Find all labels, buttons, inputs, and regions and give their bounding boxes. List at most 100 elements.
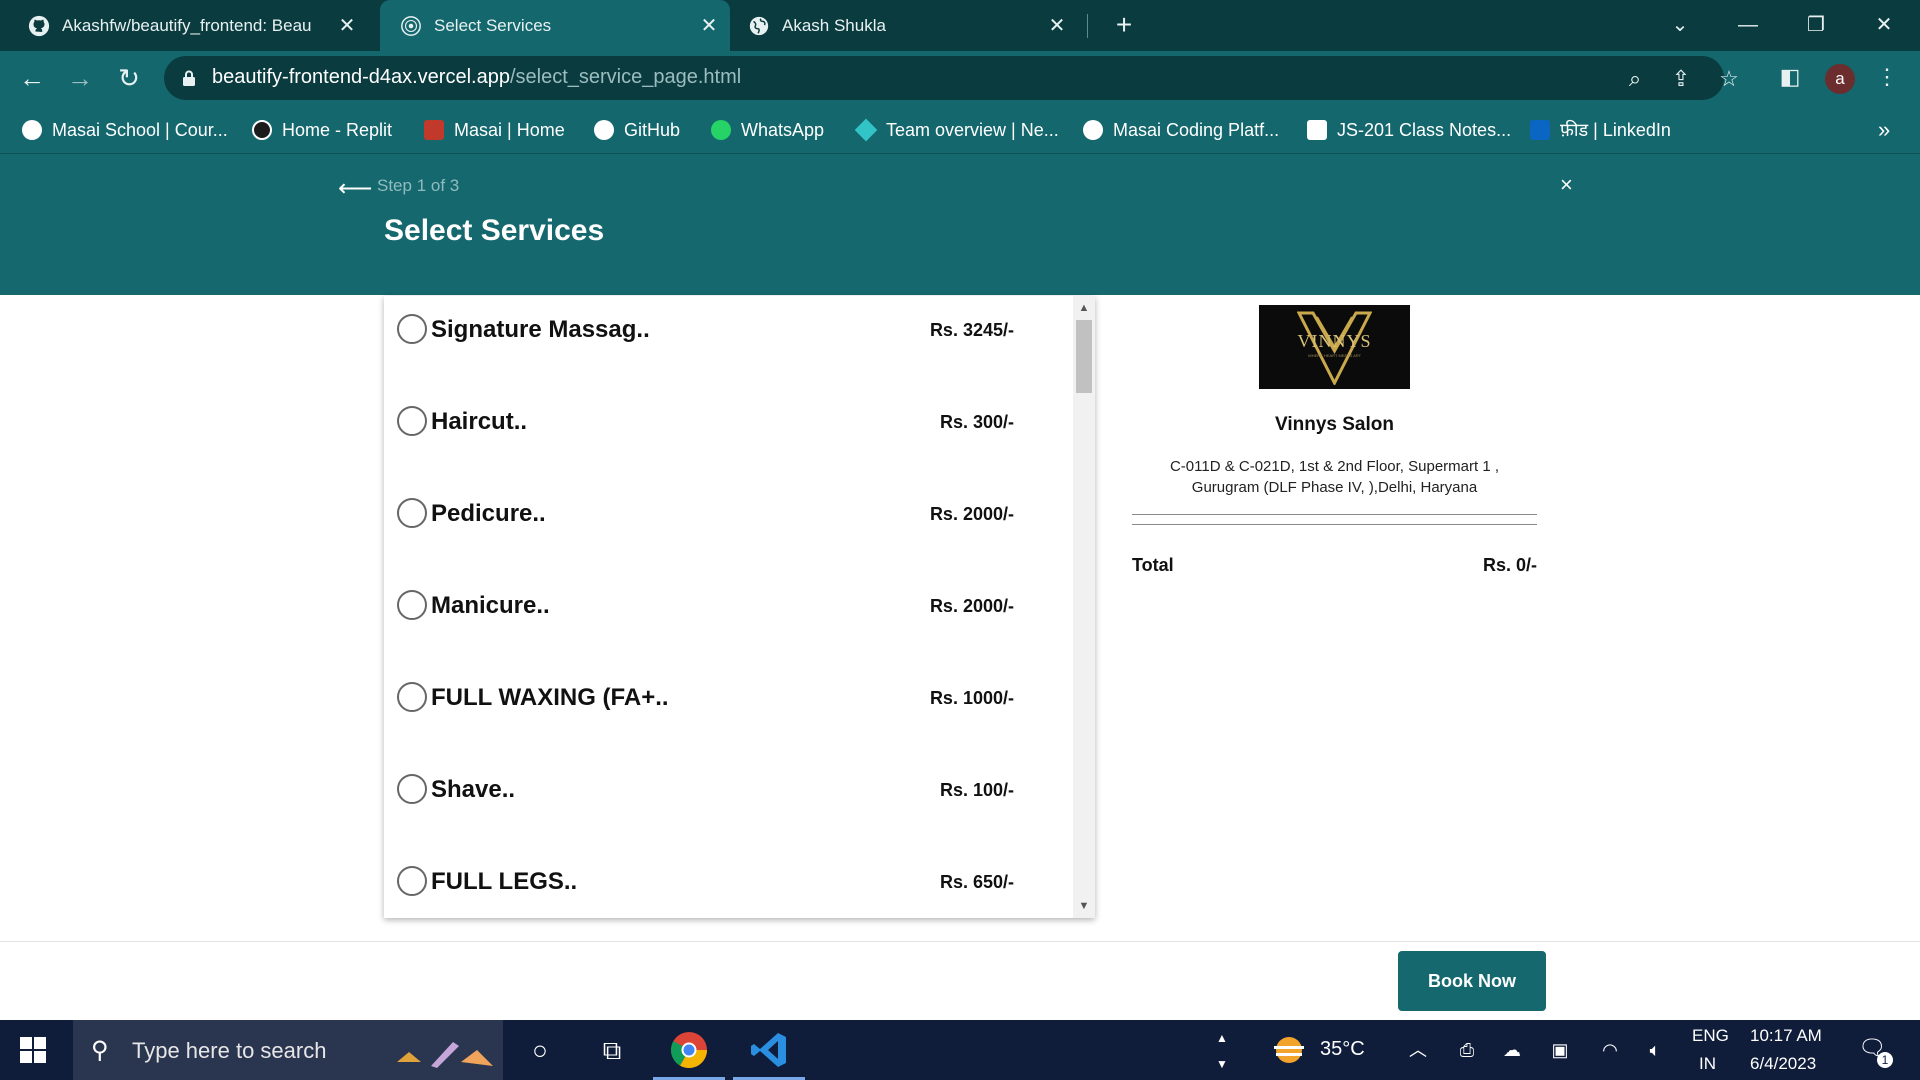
bookmark-replit[interactable]: Home - Replit (252, 116, 392, 144)
meet-now-icon[interactable]: ⎙ (1455, 1038, 1479, 1062)
masai-m-icon (1083, 120, 1103, 140)
service-row[interactable]: Manicure.. Rs. 2000/- (384, 572, 1074, 664)
bookmark-masai-coding[interactable]: Masai Coding Platf... (1083, 116, 1279, 144)
scrollbar[interactable]: ▲ ▼ (1073, 296, 1095, 918)
vercel-globe-icon (401, 15, 421, 36)
zoom-icon[interactable]: ⌕ (1622, 66, 1648, 92)
browser-toolbar: ← → ↻ beautify-frontend-d4ax.vercel.app/… (0, 51, 1920, 105)
reload-icon[interactable]: ↻ (111, 60, 147, 96)
service-radio[interactable] (397, 590, 427, 620)
clock-date[interactable]: 6/4/2023 (1750, 1054, 1816, 1074)
total-label: Total (1132, 555, 1174, 575)
service-row[interactable]: Shave.. Rs. 100/- (384, 756, 1074, 848)
tab-close-icon[interactable]: ✕ (696, 13, 722, 38)
services-list[interactable]: Signature Massag.. Rs. 3245/- Haircut.. … (384, 296, 1095, 918)
whatsapp-icon (711, 120, 731, 140)
wifi-icon[interactable]: ◠ (1598, 1038, 1622, 1062)
tab-title: Akash Shukla (782, 15, 886, 35)
close-icon[interactable]: × (1560, 172, 1573, 198)
show-hidden-icons-chevron[interactable]: ︿ (1406, 1038, 1430, 1062)
scroll-down-arrow-icon[interactable]: ▼ (1073, 896, 1095, 916)
profile-avatar[interactable]: a (1825, 64, 1855, 94)
tab-select-services[interactable]: Select Services ✕ (380, 0, 730, 51)
service-row[interactable]: Pedicure.. Rs. 2000/- (384, 480, 1074, 572)
menu-kebab-icon[interactable]: ⋮ (1874, 64, 1900, 90)
volume-icon[interactable]: 🔈︎ (1643, 1038, 1667, 1062)
replit-icon (252, 120, 272, 140)
taskbar-scroll-up-icon[interactable]: ▲ (1210, 1026, 1234, 1050)
taskbar-vscode[interactable] (733, 1020, 805, 1080)
page-title: Select Services (384, 214, 605, 247)
salon-name: Vinnys Salon (1275, 414, 1394, 435)
onedrive-cloud-icon[interactable]: ☁ (1500, 1038, 1524, 1062)
back-arrow-icon[interactable]: ← (14, 60, 50, 96)
url-text: beautify-frontend-d4ax.vercel.app/select… (212, 66, 741, 89)
bookmark-masai-school[interactable]: Masai School | Cour... (22, 116, 228, 144)
service-radio[interactable] (397, 406, 427, 436)
url-host: beautify-frontend-d4ax.vercel.app (212, 66, 510, 88)
service-name: FULL LEGS.. (431, 868, 578, 895)
tab-close-icon[interactable]: ✕ (1044, 13, 1070, 38)
taskbar-scroll-down-icon[interactable]: ▼ (1210, 1052, 1234, 1076)
service-radio[interactable] (397, 314, 427, 344)
tab-akash-shukla[interactable]: Akash Shukla ✕ (728, 0, 1078, 51)
bookmark-whatsapp[interactable]: WhatsApp (711, 116, 824, 144)
salon-logo-tagline: WHERE HEART MEETS ART (1307, 353, 1362, 358)
restore-icon[interactable]: ❐ (1796, 8, 1836, 42)
service-radio[interactable] (397, 774, 427, 804)
bookmark-netlify-team[interactable]: Team overview | Ne... (854, 116, 1059, 144)
new-tab-plus-icon[interactable]: + (1107, 8, 1141, 42)
divider (1132, 514, 1537, 515)
display-icon[interactable]: ▣ (1548, 1038, 1572, 1062)
windows-start-icon[interactable] (20, 1037, 46, 1063)
service-radio[interactable] (397, 866, 427, 896)
bookmark-label: Home - Replit (282, 119, 393, 140)
bookmark-github[interactable]: GitHub (594, 116, 680, 144)
address-bar[interactable]: beautify-frontend-d4ax.vercel.app/select… (164, 56, 1739, 100)
service-name: Pedicure.. (431, 500, 546, 527)
service-row[interactable]: Signature Massag.. Rs. 3245/- (384, 296, 1074, 388)
service-radio[interactable] (397, 682, 427, 712)
taskbar-search-box[interactable]: ⚲ Type here to search (73, 1020, 503, 1080)
taskbar-chrome[interactable] (653, 1020, 725, 1080)
task-view-icon[interactable]: ⧉ (592, 1030, 632, 1070)
bookmarks-overflow-chevron[interactable]: » (1878, 116, 1890, 144)
scroll-up-arrow-icon[interactable]: ▲ (1073, 298, 1095, 318)
salon-address-line: Gurugram (DLF Phase IV, ),Delhi, Haryana (1191, 479, 1478, 496)
tab-search-chevron-icon[interactable]: ⌄ (1660, 8, 1700, 42)
weather-temperature[interactable]: 35°C (1320, 1038, 1365, 1061)
minimize-icon[interactable]: — (1728, 8, 1768, 42)
scroll-thumb[interactable] (1076, 320, 1092, 393)
forward-arrow-icon[interactable]: → (62, 60, 98, 96)
side-panel-icon[interactable]: ◧ (1777, 64, 1803, 90)
service-row[interactable]: Haircut.. Rs. 300/- (384, 388, 1074, 480)
clock-time[interactable]: 10:17 AM (1750, 1026, 1822, 1046)
notion-icon (1307, 120, 1327, 140)
tab-close-icon[interactable]: ✕ (334, 13, 360, 38)
search-placeholder: Type here to search (132, 1038, 327, 1063)
search-highlight-art-icon (397, 1042, 493, 1068)
tab-github-repo[interactable]: Akashfw/beautify_frontend: Beau ✕ (8, 0, 368, 51)
bookmark-label: JS-201 Class Notes... (1337, 119, 1512, 140)
service-row[interactable]: FULL LEGS.. Rs. 650/- (384, 848, 1074, 918)
back-arrow-icon[interactable]: ⟵ (338, 174, 372, 203)
service-price: Rs. 100/- (939, 780, 1014, 800)
bookmark-label: WhatsApp (741, 119, 825, 140)
bookmark-star-icon[interactable]: ☆ (1716, 66, 1742, 92)
cortana-circle-icon[interactable]: ○ (520, 1030, 560, 1070)
bookmark-notion-notes[interactable]: JS-201 Class Notes... (1307, 116, 1511, 144)
service-price: Rs. 2000/- (929, 596, 1014, 616)
window-close-icon[interactable]: ✕ (1864, 8, 1904, 42)
language-indicator[interactable]: ENG (1692, 1026, 1729, 1046)
share-icon[interactable]: ⇪ (1668, 66, 1694, 92)
bookmark-masai-home[interactable]: Masai | Home (424, 116, 565, 144)
github-icon (594, 120, 614, 140)
service-row[interactable]: FULL WAXING (FA+.. Rs. 1000/- (384, 664, 1074, 756)
bookmark-linkedin[interactable]: फ़ीड | LinkedIn (1530, 116, 1671, 144)
masai-icon (22, 120, 42, 140)
book-now-button[interactable]: Book Now (1398, 951, 1546, 1011)
service-radio[interactable] (397, 498, 427, 528)
bookmark-label: Masai School | Cour... (52, 119, 228, 140)
region-indicator[interactable]: IN (1699, 1054, 1716, 1074)
service-name: Shave.. (431, 776, 516, 803)
